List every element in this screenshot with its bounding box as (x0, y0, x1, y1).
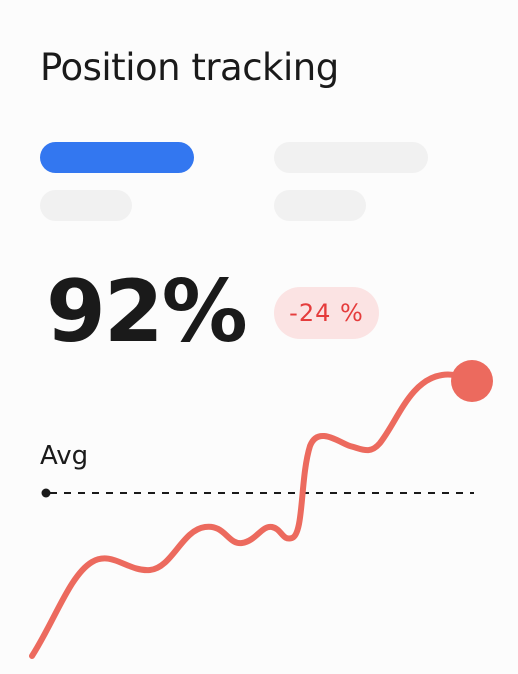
trend-chart (29, 360, 493, 659)
position-tracking-card: Position tracking 92% -24 % Avg (0, 0, 518, 674)
trend-line (29, 371, 475, 659)
average-line-start-dot (41, 488, 51, 498)
trend-end-marker (451, 360, 493, 402)
